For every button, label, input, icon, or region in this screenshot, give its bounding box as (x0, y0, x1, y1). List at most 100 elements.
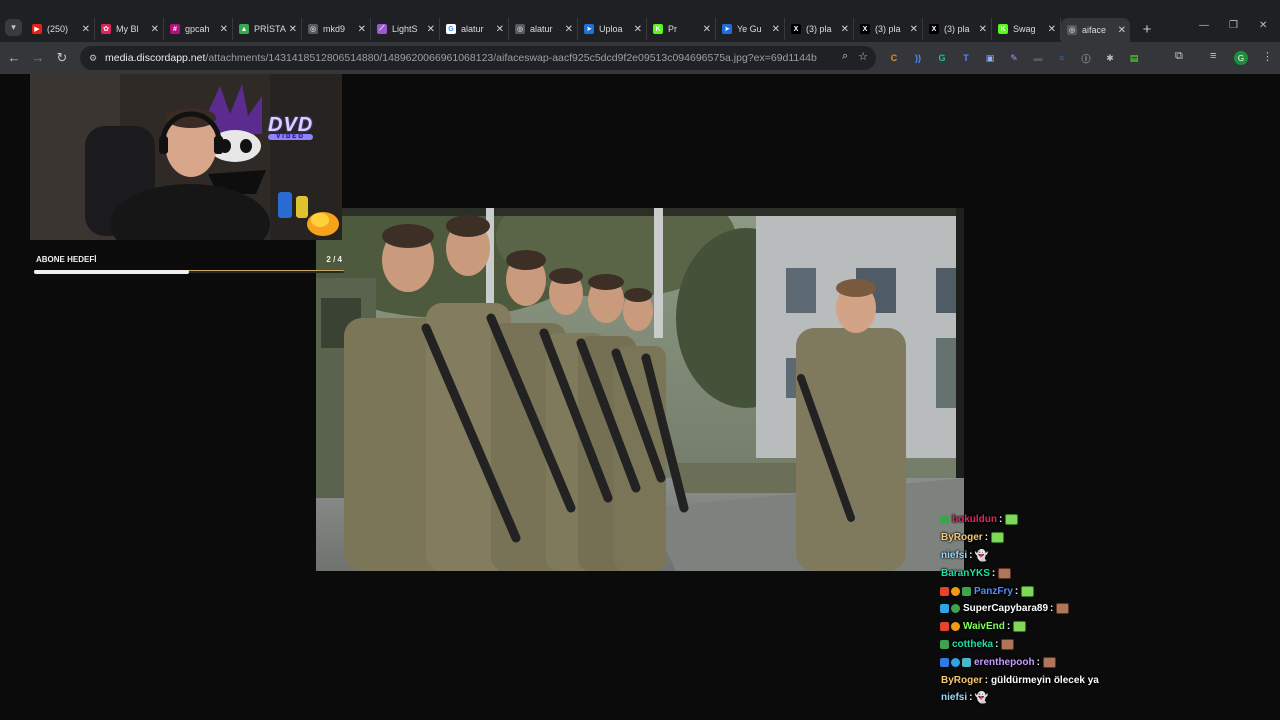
chat-badge-icon (951, 622, 960, 632)
tab-close-icon[interactable]: ✕ (151, 24, 159, 35)
tab-close-icon[interactable]: ✕ (427, 24, 435, 35)
chat-username[interactable]: PanzFry (974, 586, 1013, 597)
forward-button[interactable]: → (30, 50, 46, 65)
goal-progress-fill (34, 270, 189, 274)
url-host: media.discordapp.net (105, 52, 206, 64)
tab-title: gpcah (185, 24, 210, 34)
browser-menu-icon[interactable]: ⋮ (1262, 50, 1273, 63)
tab-close-icon[interactable]: ✕ (289, 24, 297, 35)
browser-tab[interactable]: ➤ Ye Gu ✕ (716, 18, 785, 40)
globe-icon: ◎ (308, 24, 318, 34)
tab-search-button[interactable]: ▾ (5, 19, 22, 36)
url-path: /attachments/1431418512806514880/1489620… (205, 52, 817, 64)
tab-close-icon[interactable]: ✕ (1118, 25, 1126, 36)
extension-pen-icon[interactable]: ✎ (1006, 50, 1022, 66)
tab-close-icon[interactable]: ✕ (220, 24, 228, 35)
chat-badge-icon (951, 604, 960, 614)
chat-message: niefsi: 👻 (940, 547, 1270, 565)
browser-tab[interactable]: ▲ PRİSTA ✕ (233, 18, 302, 40)
tab-close-icon[interactable]: ✕ (82, 24, 90, 35)
tab-list: ▶ (250) ✕ ✿ My Bl ✕ # gpcah ✕ ▲ PRİSTA ✕ ◎ mkd9 ✕ ⟋ Ligh… (26, 18, 1158, 42)
browser-tab[interactable]: ✿ My Bl ✕ (95, 18, 164, 40)
displayed-image[interactable] (316, 208, 964, 571)
chat-separator: : (991, 567, 996, 579)
chat-username[interactable]: cottheka (952, 639, 993, 650)
browser-tab[interactable]: # gpcah ✕ (164, 18, 233, 40)
chat-username[interactable]: BaranYKS (941, 568, 990, 579)
tab-title: Uploa (599, 24, 623, 34)
browser-tab[interactable]: X (3) pla ✕ (854, 18, 923, 40)
extension-info-icon[interactable]: ⓘ (1078, 50, 1094, 66)
tab-title: (3) pla (806, 24, 832, 34)
extension-green-icon[interactable]: ▤ (1126, 50, 1142, 66)
new-tab-button[interactable]: + (1136, 18, 1158, 40)
chat-username[interactable]: erenthepooh (974, 657, 1035, 668)
tab-close-icon[interactable]: ✕ (358, 24, 366, 35)
site-settings-icon[interactable]: ⚙ (86, 53, 100, 64)
extension-blue-icon[interactable]: ≈ (1054, 50, 1070, 66)
chat-separator: : (1014, 585, 1019, 597)
back-button[interactable]: ← (6, 50, 22, 65)
streamer-webcam-image (30, 74, 342, 240)
extension-wave-icon[interactable]: )) (910, 50, 926, 66)
browser-tab[interactable]: ⟋ LightS ✕ (371, 18, 440, 40)
browser-tab[interactable]: X (3) pla ✕ (785, 18, 854, 40)
reload-button[interactable]: ↻ (54, 50, 70, 66)
browser-tab[interactable]: K Pr ✕ (647, 18, 716, 40)
tab-close-icon[interactable]: ✕ (634, 24, 642, 35)
extension-dark-icon[interactable]: ▬ (1030, 50, 1046, 66)
chat-username[interactable]: WaivEnd (963, 621, 1005, 632)
tab-title: My Bl (116, 24, 139, 34)
chat-username[interactable]: niefsi (941, 550, 967, 561)
close-window-button[interactable]: ✕ (1259, 20, 1267, 31)
chat-username[interactable]: niefsi (941, 692, 967, 703)
browser-tab[interactable]: Galatur ✕ (440, 18, 509, 40)
browser-tab[interactable]: ➤ Uploa ✕ (578, 18, 647, 40)
chat-badge-icon (940, 586, 949, 596)
google-icon: G (446, 24, 456, 34)
chat-badge-icon (940, 639, 949, 649)
bookmark-star-icon[interactable]: ☆ (858, 50, 868, 63)
chat-message: erenthepooh: (940, 653, 1270, 671)
address-bar[interactable]: ⚙ media.discordapp.net/attachments/14314… (80, 46, 876, 70)
goal-count: 2 / 4 (326, 255, 342, 264)
page-content: DVD VIDEO ABONE HEDEFİ 2 / 4 bokuldun: By… (0, 74, 1280, 720)
tab-close-icon[interactable]: ✕ (841, 24, 849, 35)
tab-title: Pr (668, 24, 677, 34)
chat-username[interactable]: ByRoger (941, 675, 983, 686)
reading-list-icon[interactable]: ≡ (1210, 50, 1216, 62)
tab-close-icon[interactable]: ✕ (496, 24, 504, 35)
tab-title: Swag (1013, 24, 1036, 34)
chat-username[interactable]: bokuldun (952, 514, 997, 525)
browser-tab[interactable]: ◎ aiface ✕ (1061, 18, 1130, 42)
pinwheel-icon: ✿ (101, 24, 111, 34)
browser-tab[interactable]: ◎ alatur ✕ (509, 18, 578, 40)
extension-translate-icon[interactable]: T (958, 50, 974, 66)
extensions-puzzle-icon[interactable]: ⧉ (1175, 50, 1183, 63)
tab-close-icon[interactable]: ✕ (565, 24, 573, 35)
extension-bug-icon[interactable]: ✱ (1102, 50, 1118, 66)
tab-close-icon[interactable]: ✕ (772, 24, 780, 35)
chat-separator: : (1050, 603, 1054, 615)
chat-username[interactable]: ByRoger (941, 532, 983, 543)
tab-title: alatur (530, 24, 553, 34)
tab-close-icon[interactable]: ✕ (979, 24, 987, 35)
browser-tab[interactable]: K Swag ✕ (992, 18, 1061, 40)
tab-close-icon[interactable]: ✕ (910, 24, 918, 35)
browser-tab[interactable]: ▶ (250) ✕ (26, 18, 95, 40)
browser-tab[interactable]: ◎ mkd9 ✕ (302, 18, 371, 40)
chevron-down-icon: ▾ (11, 22, 16, 32)
profile-avatar[interactable]: G (1234, 51, 1248, 65)
url-text[interactable]: media.discordapp.net/attachments/1431418… (105, 52, 817, 64)
extension-orange-icon[interactable]: C (886, 50, 902, 66)
minimize-window-button[interactable]: — (1199, 20, 1209, 31)
restore-window-button[interactable]: ❐ (1229, 20, 1238, 31)
triangle-icon: ▲ (239, 24, 249, 34)
tab-close-icon[interactable]: ✕ (1048, 24, 1056, 35)
zoom-search-icon[interactable]: ⌕ (842, 50, 848, 63)
chat-username[interactable]: SuperCapybara89 (963, 603, 1048, 614)
tab-close-icon[interactable]: ✕ (703, 24, 711, 35)
extension-grammarly-icon[interactable]: G (934, 50, 950, 66)
browser-tab[interactable]: X (3) pla ✕ (923, 18, 992, 40)
extension-badge-icon[interactable]: ▣ (982, 50, 998, 66)
